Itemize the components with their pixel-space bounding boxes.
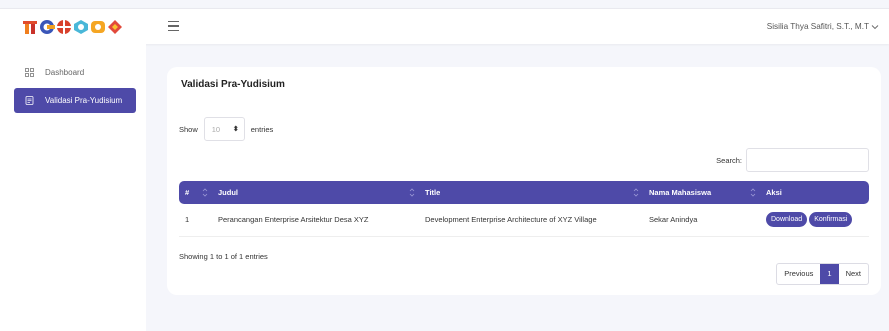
download-button[interactable]: Download <box>766 212 808 228</box>
entries-label: entries <box>250 124 274 134</box>
validation-card: Validasi Pra-Yudisium Show 10 ⬍ entries … <box>167 67 881 295</box>
user-menu[interactable]: Sisilia Thya Safitri, S.T., M.T <box>767 22 879 31</box>
cell-title: Development Enterprise Architecture of X… <box>419 204 643 237</box>
column-header-aksi: Aksi <box>766 188 782 197</box>
entries-select-value: 10 <box>211 124 221 134</box>
pagination: Previous 1 Next <box>776 263 869 285</box>
column-header-no[interactable]: # <box>179 181 212 204</box>
cell-aksi: Download Konfirmasi <box>760 204 869 237</box>
table-row: 1 Perancangan Enterprise Arsitektur Desa… <box>179 204 869 237</box>
telkom-logo[interactable] <box>22 17 123 37</box>
konfirmasi-button[interactable]: Konfirmasi <box>809 212 853 228</box>
entries-select[interactable]: 10 ⬍ <box>203 117 245 141</box>
sort-icon <box>202 188 208 197</box>
sidebar-item-validasi-pra-yudisium[interactable]: Validasi Pra-Yudisium <box>14 88 136 113</box>
entries-length-control: Show 10 ⬍ entries <box>179 117 273 141</box>
table-header-row: # Judul Title Nama Mahasiswa Aksi <box>179 181 869 204</box>
validation-table: # Judul Title Nama Mahasiswa Aksi 1 Pera… <box>179 181 869 237</box>
sort-icon <box>633 188 639 197</box>
sort-icon <box>750 188 756 197</box>
chevron-down-icon <box>871 24 879 29</box>
grid-icon <box>25 68 34 77</box>
table-search: Search: <box>716 148 869 172</box>
page-button-current[interactable]: 1 <box>820 264 839 284</box>
user-name: Sisilia Thya Safitri, S.T., M.T <box>766 22 869 31</box>
sidebar: Dashboard Validasi Pra-Yudisium <box>0 44 146 331</box>
sort-arrows-icon: ⬍ <box>232 126 239 133</box>
column-header-nama-mahasiswa[interactable]: Nama Mahasiswa <box>643 181 760 204</box>
show-label: Show <box>179 124 198 134</box>
search-label: Search: <box>716 155 742 165</box>
cell-no: 1 <box>179 204 212 237</box>
previous-page-button[interactable]: Previous <box>777 264 820 284</box>
next-page-button[interactable]: Next <box>839 264 868 284</box>
cell-judul: Perancangan Enterprise Arsitektur Desa X… <box>212 204 419 237</box>
search-input[interactable] <box>746 148 869 172</box>
hamburger-menu-icon[interactable] <box>168 21 179 31</box>
table-info: Showing 1 to 1 of 1 entries <box>179 252 268 261</box>
sidebar-item-label: Validasi Pra-Yudisium <box>45 96 123 105</box>
page-title: Validasi Pra-Yudisium <box>181 79 285 90</box>
sidebar-item-label: Dashboard <box>45 68 85 77</box>
sidebar-item-dashboard[interactable]: Dashboard <box>14 60 136 85</box>
top-bar: Sisilia Thya Safitri, S.T., M.T <box>0 8 889 44</box>
column-header-judul[interactable]: Judul <box>212 181 419 204</box>
sort-icon <box>409 188 415 197</box>
document-icon <box>25 96 34 105</box>
column-header-title[interactable]: Title <box>419 181 643 204</box>
cell-nama-mahasiswa: Sekar Anindya <box>643 204 760 237</box>
